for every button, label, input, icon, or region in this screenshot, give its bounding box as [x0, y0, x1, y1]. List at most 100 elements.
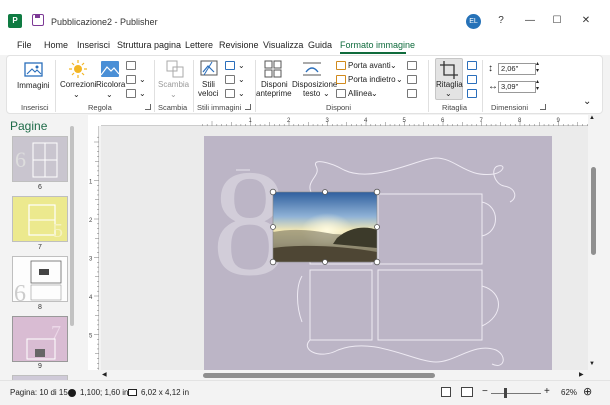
chevron-down-icon: ⌄ — [106, 90, 113, 99]
help-button[interactable]: ? — [492, 12, 510, 30]
separator — [154, 60, 155, 112]
picture-shape-icon[interactable] — [225, 89, 235, 98]
object-position: 1,100; 1,60 in — [80, 388, 129, 397]
align-icon — [336, 89, 346, 98]
vertical-scrollbar[interactable]: ▲ ▼ — [588, 115, 598, 370]
selection-handles[interactable] — [267, 186, 383, 268]
scroll-down-arrow-icon[interactable]: ▼ — [589, 361, 595, 367]
chevron-down-icon: ⌄ — [73, 90, 80, 99]
page-thumbnail-8[interactable]: 6 — [12, 256, 68, 302]
group-objects-icon[interactable] — [407, 61, 417, 70]
ricolora-label: Ricolora — [96, 80, 126, 89]
group-dimensioni-label: Dimensioni — [491, 103, 529, 112]
publisher-app-icon[interactable]: P — [8, 14, 22, 28]
ritaglia-label: Ritaglia — [436, 80, 463, 89]
close-button[interactable]: ✕ — [577, 12, 595, 30]
fit-page-icon[interactable]: ⊕ — [583, 385, 592, 398]
tab-inserisci[interactable]: Inserisci — [77, 40, 110, 50]
height-input[interactable]: 2,06" — [498, 63, 536, 75]
zoom-out-button[interactable]: − — [482, 386, 488, 397]
horizontal-scroll-thumb[interactable] — [203, 373, 435, 378]
separator — [55, 60, 56, 112]
page-number-6: 6 — [38, 184, 42, 191]
width-spinner[interactable]: ▴ ▾ — [536, 79, 539, 93]
porta-indietro-label: Porta indietro — [348, 75, 396, 84]
swap-icon — [166, 60, 184, 78]
chevron-down-icon: ⌄ — [238, 75, 245, 84]
chevron-down-icon: ⌄ — [139, 89, 146, 98]
pages-pane-scrollbar[interactable] — [68, 116, 77, 380]
page-indicator[interactable]: Pagina: 10 di 15 — [10, 388, 68, 397]
two-page-view-icon[interactable] — [461, 387, 473, 397]
height-spinner[interactable]: ▴ ▾ — [536, 61, 539, 75]
maximize-button[interactable]: ☐ — [548, 12, 566, 30]
ungroup-objects-icon[interactable] — [407, 75, 417, 84]
wrap-text-icon — [303, 62, 321, 76]
tab-lettere[interactable]: Lettere — [185, 40, 213, 50]
zoom-slider-thumb[interactable] — [504, 388, 508, 398]
picture-effects-icon[interactable] — [225, 75, 235, 84]
tab-file[interactable]: File — [17, 40, 32, 50]
page-thumbnail-7[interactable]: 5 — [12, 196, 68, 242]
page-thumbnail-6[interactable]: 6 — [12, 136, 68, 182]
horizontal-ruler[interactable]: 1234567891011 — [101, 115, 602, 126]
fit-icon[interactable] — [467, 61, 477, 70]
window-title: Pubblicazione2 - Publisher — [51, 17, 158, 27]
document-canvas[interactable]: 8 — [101, 126, 588, 370]
vertical-ruler[interactable]: 123456 — [88, 126, 99, 378]
chevron-down-icon: ⌄ — [238, 89, 245, 98]
ruler-corner[interactable] — [88, 115, 101, 126]
save-icon[interactable] — [32, 14, 44, 26]
picture-border-icon[interactable] — [225, 61, 235, 70]
stili-label: Stili — [202, 80, 215, 89]
fill-icon[interactable] — [467, 75, 477, 84]
picture-styles-icon — [200, 60, 218, 76]
testo-label: testo — [303, 89, 321, 98]
compress-icon[interactable] — [126, 61, 136, 70]
zoom-slider-track[interactable] — [491, 393, 541, 394]
dimensioni-launcher-icon[interactable] — [540, 104, 546, 110]
minimize-button[interactable]: — — [521, 12, 539, 30]
page-number-9: 9 — [38, 363, 42, 370]
stili-immagini-launcher-icon[interactable] — [245, 104, 251, 110]
scroll-up-arrow-icon[interactable]: ▲ — [589, 115, 595, 121]
tab-struttura-pagina[interactable]: Struttura pagina — [117, 40, 181, 50]
regola-launcher-icon[interactable] — [145, 104, 151, 110]
chevron-down-icon: ⌄ — [238, 61, 245, 70]
tab-home[interactable]: Home — [44, 40, 68, 50]
thumbnail-preview: 6 — [14, 260, 62, 302]
tab-revisione[interactable]: Revisione — [219, 40, 259, 50]
pages-pane-scroll-thumb[interactable] — [70, 126, 74, 326]
width-icon: ↔ — [488, 81, 498, 92]
group-ritaglia-label: Ritaglia — [442, 103, 468, 112]
scambia-label: Scambia — [158, 80, 190, 89]
ruler-number: 3 — [89, 257, 93, 263]
object-size: 6,02 x 4,12 in — [141, 388, 190, 397]
horizontal-scrollbar[interactable]: ◀ ▶ — [101, 370, 588, 380]
chevron-down-icon: ⌄ — [371, 89, 378, 98]
zoom-in-button[interactable]: + — [544, 386, 550, 397]
ruler-number: 7 — [480, 118, 484, 124]
tab-guida[interactable]: Guida — [308, 40, 332, 50]
svg-text:7: 7 — [51, 322, 61, 344]
tab-formato-immagine[interactable]: Formato immagine — [340, 40, 415, 50]
single-page-view-icon[interactable] — [441, 387, 451, 397]
width-input[interactable]: 3,09" — [498, 81, 536, 93]
scroll-right-arrow-icon[interactable]: ▶ — [579, 371, 584, 378]
rotate-icon[interactable] — [407, 89, 417, 98]
clear-crop-icon[interactable] — [467, 89, 477, 98]
scroll-left-arrow-icon[interactable]: ◀ — [102, 371, 107, 378]
change-picture-icon[interactable] — [126, 75, 136, 84]
publication-page[interactable]: 8 — [204, 136, 552, 370]
disponi-label: Disponi — [261, 80, 288, 89]
tab-visualizza[interactable]: Visualizza — [263, 40, 303, 50]
vertical-scroll-thumb[interactable] — [591, 167, 596, 255]
ruler-number: 5 — [403, 118, 407, 124]
collapse-ribbon-chevron-icon[interactable]: ⌄ — [583, 96, 591, 107]
user-avatar[interactable]: EL — [466, 14, 481, 29]
reset-picture-icon[interactable] — [126, 89, 136, 98]
svg-text:6: 6 — [14, 281, 26, 302]
page-thumbnail-9[interactable]: 7 — [12, 316, 68, 362]
ruler-number: 5 — [89, 334, 93, 340]
zoom-level[interactable]: 62% — [561, 388, 577, 397]
